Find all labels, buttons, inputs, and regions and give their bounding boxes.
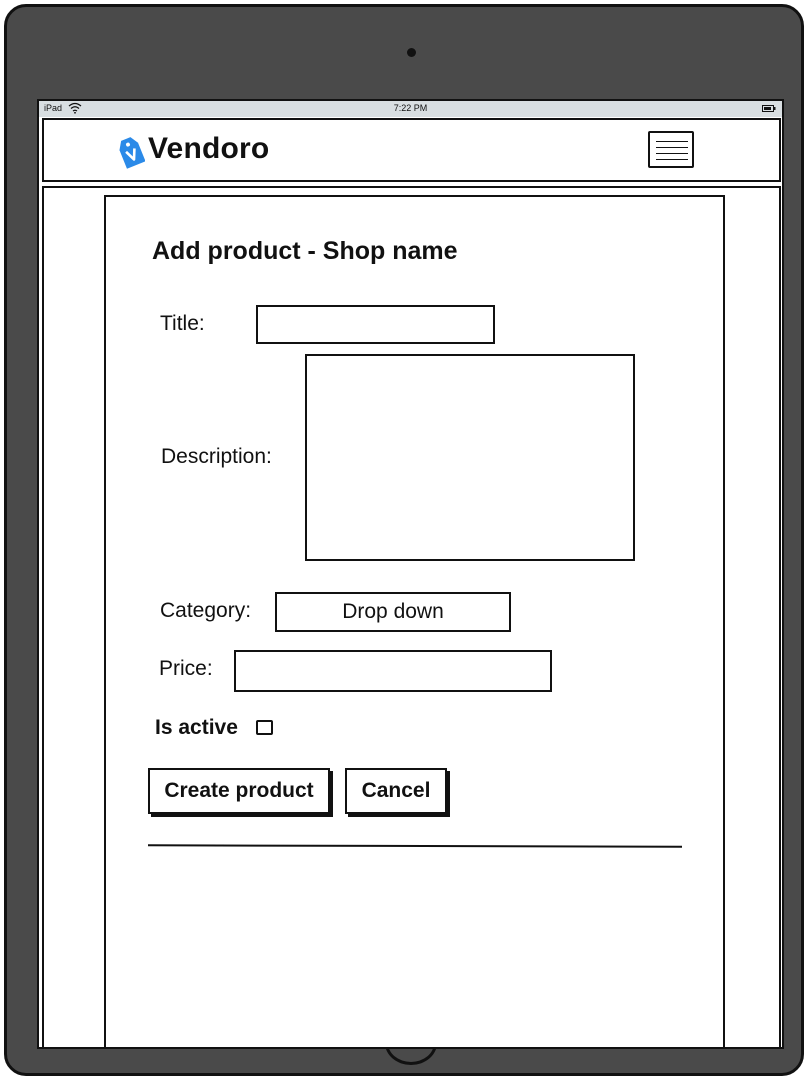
category-label: Category: <box>160 599 252 622</box>
add-product-card: Add product - Shop name Title: Descripti… <box>104 195 725 1047</box>
description-label: Description: <box>161 445 272 468</box>
menu-line <box>656 153 688 154</box>
divider <box>147 844 683 848</box>
camera-dot <box>407 48 416 57</box>
brand-name[interactable]: Vendoro <box>148 132 269 166</box>
create-product-button[interactable]: Create product <box>148 768 330 814</box>
battery-icon <box>762 105 776 112</box>
content-area: Add product - Shop name Title: Descripti… <box>42 186 781 1047</box>
price-label: Price: <box>159 657 213 680</box>
is-active-checkbox[interactable] <box>256 720 273 735</box>
ipad-frame: iPad 7:22 PM Vendoro Add product - Shop … <box>4 4 804 1076</box>
is-active-label: Is active <box>155 716 238 739</box>
title-label: Title: <box>160 312 205 335</box>
cancel-button[interactable]: Cancel <box>345 768 447 814</box>
menu-line <box>656 141 688 142</box>
description-textarea[interactable] <box>305 354 635 561</box>
top-navbar: Vendoro <box>42 118 781 182</box>
menu-line <box>656 147 688 148</box>
screen: iPad 7:22 PM Vendoro Add product - Shop … <box>37 99 784 1049</box>
status-bar: iPad 7:22 PM <box>39 101 782 117</box>
page-title: Add product - Shop name <box>152 237 458 265</box>
menu-line <box>656 159 688 160</box>
category-dropdown[interactable]: Drop down <box>275 592 511 632</box>
price-input[interactable] <box>234 650 552 692</box>
title-input[interactable] <box>256 305 495 344</box>
hamburger-menu-icon[interactable] <box>648 131 694 168</box>
price-tag-icon <box>119 137 145 169</box>
status-time: 7:22 PM <box>393 103 428 113</box>
